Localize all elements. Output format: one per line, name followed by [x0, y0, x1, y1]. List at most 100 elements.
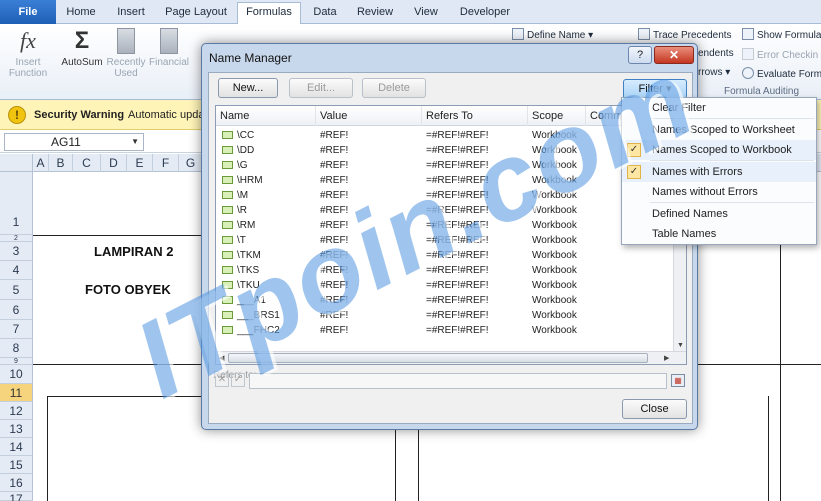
- row-header[interactable]: 1: [0, 172, 33, 235]
- confirm-edit-icon[interactable]: ✓: [231, 373, 245, 387]
- names-list[interactable]: Name Value Refers To Scope Comme \CC #REF…: [215, 105, 687, 365]
- delete-button[interactable]: Delete: [362, 78, 426, 98]
- name-cell: ___BRS1: [222, 308, 280, 323]
- row-header[interactable]: 15: [0, 456, 33, 474]
- menu-item-without-errors[interactable]: Names without Errors: [622, 182, 816, 202]
- row-header-selected[interactable]: 11: [0, 384, 33, 402]
- menu-item-scoped-workbook[interactable]: ✓ Names Scoped to Workbook: [622, 140, 816, 160]
- refers-to-cell: =#REF!#REF!: [426, 175, 489, 186]
- row-header[interactable]: 10: [0, 365, 33, 384]
- tab-page-layout[interactable]: Page Layout: [160, 3, 232, 24]
- scope-cell: Workbook: [532, 175, 577, 186]
- trace-dependents-button[interactable]: endents: [698, 48, 734, 59]
- menu-item-table-names[interactable]: Table Names: [622, 224, 816, 244]
- table-row[interactable]: ___A1 #REF! =#REF!#REF! Workbook: [216, 293, 674, 308]
- column-header-refers-to[interactable]: Refers To: [422, 106, 528, 126]
- row-header[interactable]: 2: [0, 235, 33, 242]
- column-header[interactable]: F: [153, 154, 179, 172]
- new-button[interactable]: New...: [218, 78, 278, 98]
- table-row[interactable]: ___BRS1 #REF! =#REF!#REF! Workbook: [216, 308, 674, 323]
- book-icon: [117, 28, 135, 54]
- define-name-button[interactable]: Define Name ▾: [512, 28, 593, 41]
- scope-cell: Workbook: [532, 250, 577, 261]
- menu-item-defined-names[interactable]: Defined Names: [622, 204, 816, 224]
- table-row[interactable]: \TKM #REF! =#REF!#REF! Workbook: [216, 248, 674, 263]
- column-header[interactable]: E: [127, 154, 153, 172]
- tab-insert[interactable]: Insert: [108, 3, 154, 24]
- row-header[interactable]: 12: [0, 402, 33, 420]
- table-row[interactable]: \T #REF! =#REF!#REF! Workbook: [216, 233, 674, 248]
- table-row[interactable]: \TKU #REF! =#REF!#REF! Workbook: [216, 278, 674, 293]
- tab-data[interactable]: Data: [306, 3, 344, 24]
- table-row[interactable]: ___FHC2 #REF! =#REF!#REF! Workbook: [216, 323, 674, 338]
- tab-home[interactable]: Home: [60, 3, 102, 24]
- collapse-dialog-icon[interactable]: ▦: [671, 374, 685, 387]
- table-row[interactable]: \TKS #REF! =#REF!#REF! Workbook: [216, 263, 674, 278]
- row-header[interactable]: 9: [0, 358, 33, 365]
- edit-button[interactable]: Edit...: [289, 78, 353, 98]
- scroll-right-icon[interactable]: ▶: [664, 354, 669, 362]
- column-header-scope[interactable]: Scope: [528, 106, 586, 126]
- financial-button[interactable]: Financial: [148, 28, 190, 68]
- autosum-button[interactable]: Σ AutoSum: [58, 28, 106, 69]
- remove-arrows-button[interactable]: rrows ▾: [698, 67, 730, 78]
- name-cell: \HRM: [222, 173, 263, 188]
- column-header[interactable]: D: [101, 154, 127, 172]
- menu-item-with-errors[interactable]: ✓ Names with Errors: [622, 162, 816, 182]
- column-header[interactable]: C: [73, 154, 101, 172]
- row-header[interactable]: 5: [0, 280, 33, 300]
- defined-name-icon: [222, 251, 233, 259]
- row-header[interactable]: 14: [0, 438, 33, 456]
- filter-button[interactable]: Filter ▾: [623, 79, 687, 99]
- cancel-edit-icon[interactable]: ✕: [215, 373, 229, 387]
- evaluate-formula-button[interactable]: Evaluate Form: [742, 67, 821, 80]
- tab-view[interactable]: View: [406, 3, 446, 24]
- scroll-thumb[interactable]: [228, 353, 648, 363]
- tab-formulas[interactable]: Formulas: [237, 2, 301, 25]
- table-row[interactable]: \M #REF! =#REF!#REF! Workbook: [216, 188, 674, 203]
- scope-cell: Workbook: [532, 280, 577, 291]
- scroll-left-icon[interactable]: ◀: [219, 354, 224, 362]
- table-row[interactable]: \HRM #REF! =#REF!#REF! Workbook: [216, 173, 674, 188]
- table-row[interactable]: \CC #REF! =#REF!#REF! Workbook: [216, 128, 674, 143]
- table-row[interactable]: \G #REF! =#REF!#REF! Workbook: [216, 158, 674, 173]
- table-row[interactable]: \DD #REF! =#REF!#REF! Workbook: [216, 143, 674, 158]
- help-button[interactable]: ?: [628, 46, 652, 64]
- trace-precedents-button[interactable]: Trace Precedents: [638, 28, 732, 41]
- table-row[interactable]: \RM #REF! =#REF!#REF! Workbook: [216, 218, 674, 233]
- column-header-name[interactable]: Name: [216, 106, 316, 126]
- tab-file[interactable]: File: [0, 0, 56, 24]
- row-header[interactable]: 13: [0, 420, 33, 438]
- show-formulas-button[interactable]: Show Formula: [742, 28, 821, 41]
- tab-review[interactable]: Review: [350, 3, 400, 24]
- column-header-value[interactable]: Value: [316, 106, 422, 126]
- row-header[interactable]: 7: [0, 320, 33, 339]
- tab-developer[interactable]: Developer: [452, 3, 518, 24]
- row-header[interactable]: 4: [0, 261, 33, 280]
- table-row[interactable]: \R #REF! =#REF!#REF! Workbook: [216, 203, 674, 218]
- menu-item-scoped-worksheet[interactable]: Names Scoped to Worksheet: [622, 120, 816, 140]
- error-checking-button[interactable]: Error Checkin: [742, 48, 818, 61]
- name-cell: \TKS: [222, 263, 259, 278]
- name-box[interactable]: AG11 ▼: [4, 133, 144, 151]
- close-button[interactable]: Close: [622, 399, 687, 419]
- value-cell: #REF!: [320, 130, 349, 141]
- recently-used-button[interactable]: Recently Used: [106, 28, 146, 79]
- row-header[interactable]: 3: [0, 242, 33, 261]
- column-header[interactable]: B: [49, 154, 73, 172]
- menu-item-clear-filter[interactable]: Clear Filter: [622, 98, 816, 118]
- row-header[interactable]: 8: [0, 339, 33, 358]
- defined-name-icon: [222, 191, 233, 199]
- close-icon[interactable]: ✕: [654, 46, 694, 64]
- row-header[interactable]: 6: [0, 300, 33, 320]
- row-header[interactable]: 16: [0, 474, 33, 492]
- select-all-corner[interactable]: [0, 154, 33, 172]
- column-header[interactable]: G: [179, 154, 203, 172]
- refers-to-input[interactable]: [249, 373, 667, 389]
- insert-function-button[interactable]: fx Insert Function: [4, 28, 52, 79]
- row-header[interactable]: 17: [0, 492, 33, 501]
- horizontal-scrollbar[interactable]: ◀ ▶: [216, 351, 686, 364]
- scroll-down-icon[interactable]: ▼: [677, 342, 684, 349]
- column-header[interactable]: A: [33, 154, 49, 172]
- chevron-down-icon[interactable]: ▼: [131, 134, 139, 150]
